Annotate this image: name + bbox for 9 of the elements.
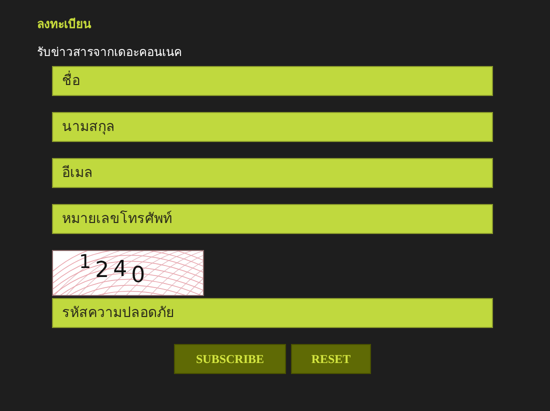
form-subtitle: รับข่าวสารจากเดอะคอนเนค (37, 44, 183, 60)
text-field[interactable]: หมายเลขโทรศัพท์ (52, 204, 493, 234)
security-code-field[interactable]: รหัสความปลอดภัย (52, 298, 493, 328)
subscribe-button[interactable]: SUBSCRIBE (174, 344, 286, 374)
form-heading: ลงทะเบียน (37, 16, 92, 33)
text-field[interactable]: นามสกุล (52, 112, 493, 142)
reset-button[interactable]: RESET (291, 344, 371, 374)
text-field[interactable]: ชื่อ (52, 66, 493, 96)
text-field[interactable]: อีเมล (52, 158, 493, 188)
